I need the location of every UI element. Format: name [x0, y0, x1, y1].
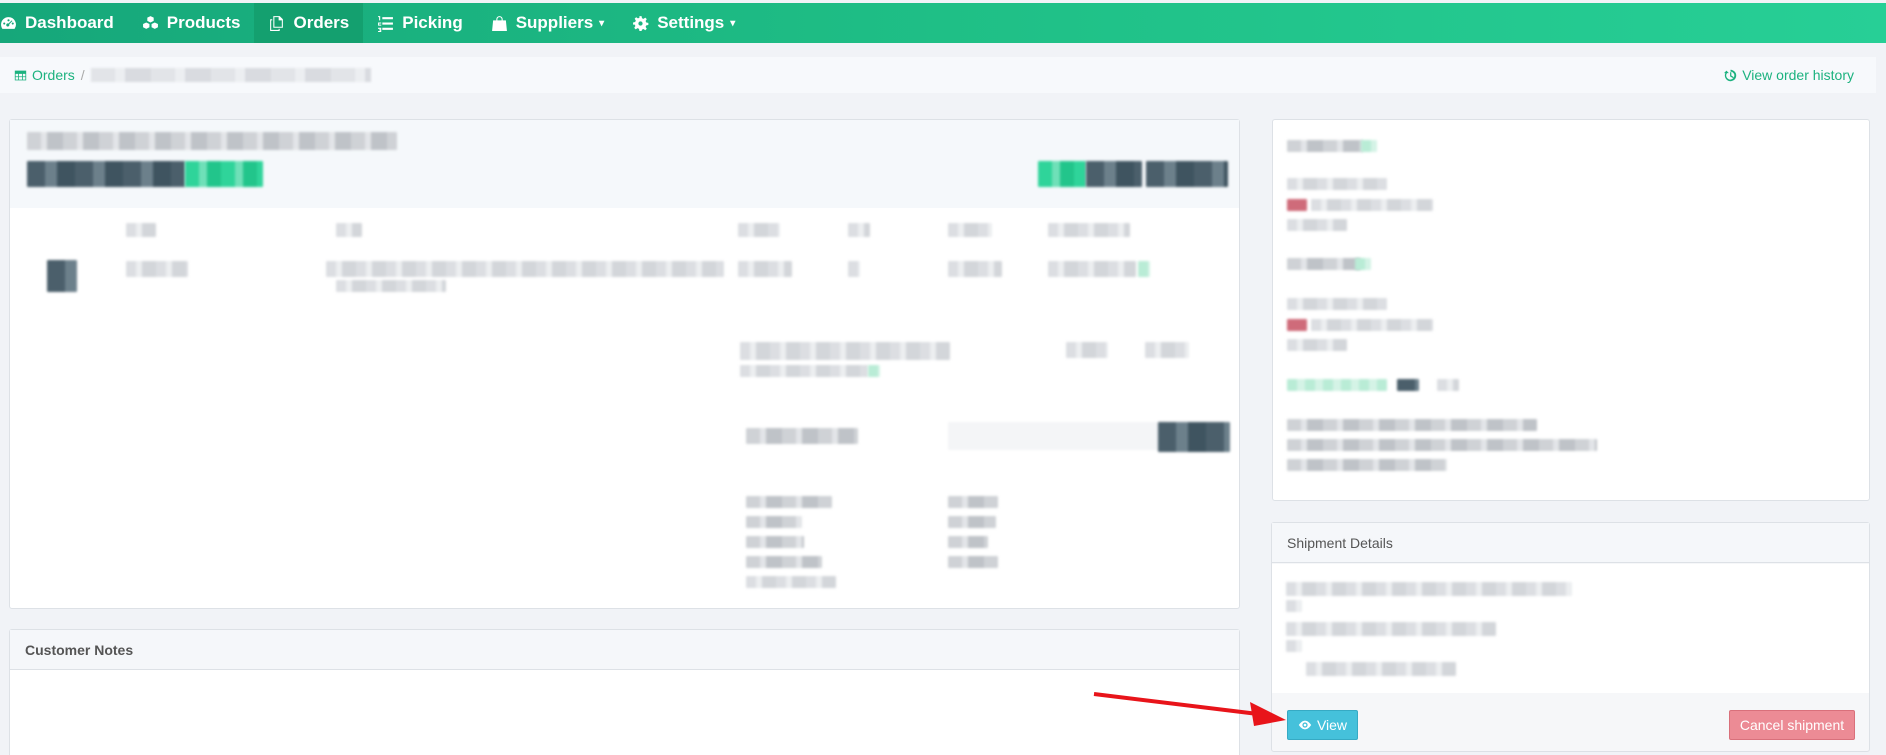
customer-notes-heading: Customer Notes: [10, 630, 1239, 670]
order-details-panel: [9, 119, 1240, 609]
nav-products[interactable]: Products: [128, 3, 255, 43]
nav-suppliers[interactable]: Suppliers ▾: [477, 3, 619, 43]
redacted-input: [948, 422, 1166, 450]
eye-icon: [1298, 720, 1312, 730]
nav-picking-label: Picking: [402, 13, 463, 32]
nav-suppliers-label: Suppliers: [515, 13, 594, 32]
shopping-bag-icon: [491, 15, 507, 31]
nav-orders-label: Orders: [293, 13, 350, 32]
breadcrumb: Orders / View order history: [0, 57, 1876, 93]
view-shipment-button[interactable]: View: [1287, 710, 1358, 740]
history-icon: [1724, 69, 1737, 81]
cubes-icon: [142, 15, 158, 29]
customer-info-panel: [1272, 119, 1870, 501]
view-order-history-link[interactable]: View order history: [1724, 67, 1854, 83]
chevron-down-icon: ▾: [730, 17, 736, 29]
breadcrumb-current-redacted: [90, 68, 371, 82]
nav-settings[interactable]: Settings ▾: [618, 3, 749, 43]
order-header-redacted: [10, 120, 1239, 208]
view-order-history-label: View order history: [1742, 67, 1854, 83]
list-ol-icon: [378, 15, 394, 32]
table-icon: [14, 70, 27, 80]
nav-picking[interactable]: Picking: [363, 3, 476, 43]
cancel-shipment-button[interactable]: Cancel shipment: [1729, 710, 1855, 740]
gear-icon: [633, 15, 649, 31]
chevron-down-icon: ▾: [599, 17, 605, 29]
top-navbar: Dashboard Products Orders Picking Suppli…: [0, 3, 1886, 43]
breadcrumb-orders-label: Orders: [32, 67, 75, 83]
breadcrumb-separator: /: [80, 67, 85, 83]
nav-orders[interactable]: Orders: [254, 3, 364, 43]
annotation-arrow-icon: [1093, 692, 1286, 726]
nav-dashboard[interactable]: Dashboard: [0, 3, 128, 43]
customer-notes-panel: Customer Notes: [9, 629, 1240, 755]
dashboard-icon: [1, 16, 16, 29]
nav-products-label: Products: [166, 13, 241, 32]
nav-dashboard-label: Dashboard: [25, 13, 114, 32]
shipment-details-body: [1272, 564, 1869, 693]
copy-icon: [270, 15, 284, 31]
nav-settings-label: Settings: [657, 13, 725, 32]
view-shipment-label: View: [1316, 717, 1348, 733]
breadcrumb-orders-link[interactable]: Orders: [14, 67, 75, 83]
product-thumbnail-redacted: [47, 260, 77, 292]
shipment-details-heading: Shipment Details: [1272, 523, 1869, 563]
